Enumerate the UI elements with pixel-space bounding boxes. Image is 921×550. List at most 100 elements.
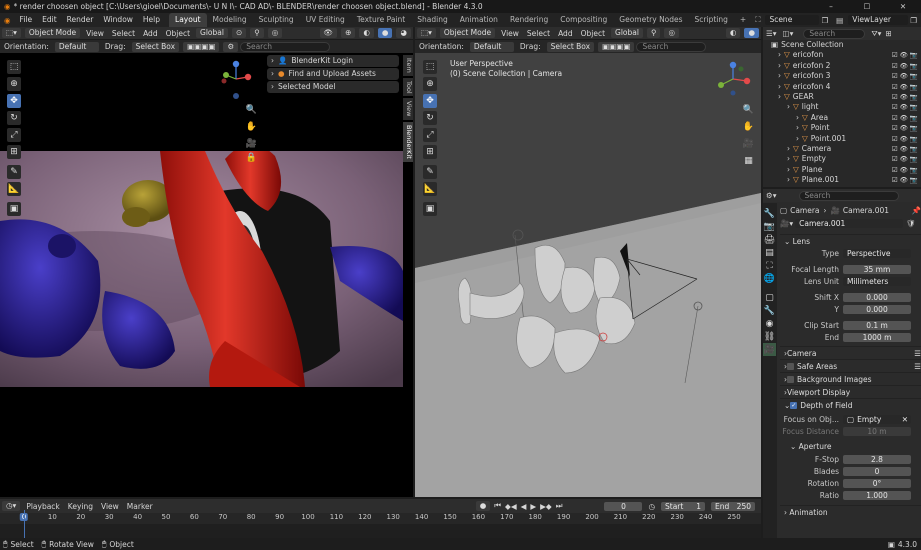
menu-select[interactable]: Select [108,27,139,40]
camera-view-icon[interactable]: 🎥 [245,137,258,150]
tab-compositing[interactable]: Compositing [554,13,613,27]
properties-search-input[interactable]: Search [798,190,899,201]
outliner-row[interactable]: › ▽ Camera ☑ 👁 📷 [763,144,921,154]
right-orientation-dropdown[interactable]: Default [469,41,514,52]
visibility-toggles[interactable]: ☑ 👁 📷 [892,102,918,112]
select-box-tool-icon[interactable]: ⬚ [7,60,21,74]
prev-key-icon[interactable]: ◆◀ [505,502,517,511]
transform-tool-icon[interactable]: ⊞ [7,145,21,159]
shading-solid-icon[interactable]: ● [377,28,393,38]
right-snap-icon[interactable]: ⚲ [646,28,661,38]
focus-object-field[interactable]: ▢ Empty ✕ [843,415,911,424]
right-pan-hand-icon[interactable]: ✋ [742,120,755,133]
menu-render[interactable]: Render [62,13,99,27]
filter-icon[interactable]: ⛛▾ [871,29,881,39]
expand-arrow-icon[interactable]: › [778,82,781,92]
left-3d-viewport[interactable]: ⬚▾ Object Mode View Select Add Object Gl… [0,27,413,497]
expand-arrow-icon[interactable]: › [787,175,790,185]
blender-menu-icon[interactable]: ◉ [0,16,15,25]
fstop-field[interactable]: 2.8 [843,455,911,464]
right-menu-select[interactable]: Select [523,27,554,39]
outliner-row[interactable]: › ▽ ericofon ☑ 👁 📷 [763,50,921,60]
snap-icon[interactable]: ⚲ [250,28,264,38]
visibility-toggles[interactable]: ☑ 👁 📷 [892,61,918,71]
left-search-input[interactable]: Search [240,41,331,52]
timeline-editor-icon[interactable]: ◷▾ [2,501,21,511]
record-icon[interactable]: ● [475,501,491,511]
playback-menu[interactable]: Playback [22,500,63,513]
timeline-view-menu[interactable]: View [97,500,123,513]
tab-modeling[interactable]: Modeling [207,13,253,27]
outliner-row[interactable]: › ▽ ericofon 2 ☑ 👁 📷 [763,61,921,71]
outliner-row[interactable]: › ▽ GEAR ☑ 👁 📷 [763,92,921,102]
proportional-icon[interactable]: ◎ [267,28,283,38]
ratio-field[interactable]: 1.000 [843,491,911,500]
menu-file[interactable]: File [15,13,38,27]
end-frame-field[interactable]: End 250 [711,501,755,511]
drag-dropdown[interactable]: Select Box [131,41,180,52]
tab-geometry-nodes[interactable]: Geometry Nodes [613,13,688,27]
overlay-icon[interactable]: ◐ [359,28,374,38]
menu-help[interactable]: Help [138,13,165,27]
keying-menu[interactable]: Keying [64,500,97,513]
right-add-cube-tool-icon[interactable]: ▣ [423,202,437,216]
view-layer-selector[interactable]: ViewLayer [848,15,909,25]
outliner-row[interactable]: › ▽ ericofon 3 ☑ 👁 📷 [763,71,921,81]
right-3d-viewport[interactable]: ⬚▾ Object Mode View Select Add Object Gl… [415,27,761,497]
clear-focus-icon[interactable]: ✕ [902,415,908,424]
maximize-button[interactable]: ☐ [849,2,885,11]
shift-x-field[interactable]: 0.000 [843,293,911,302]
timeline-ruler[interactable]: 0102030405060708090100110120130140150160… [0,513,761,524]
right-navigation-gizmo[interactable] [713,59,753,99]
pan-hand-icon[interactable]: ✋ [245,120,258,133]
right-transform-orientation-dropdown[interactable]: Global [611,28,643,38]
right-measure-tool-icon[interactable]: 📐 [423,182,437,196]
safe-areas-presets-icon[interactable]: ☰ [914,360,921,373]
expand-arrow-icon[interactable]: › [787,154,790,164]
blenderkit-login-panel[interactable]: › 👤 BlenderKit Login [267,55,399,67]
blades-field[interactable]: 0 [843,467,911,476]
expand-arrow-icon[interactable]: › [778,71,781,81]
viewport-display-section-header[interactable]: › Viewport Display [780,385,921,398]
options-icon[interactable]: ⚙ [223,41,239,52]
tab-animation[interactable]: Animation [454,13,504,27]
right-annotate-tool-icon[interactable]: ✎ [423,165,437,179]
menu-object[interactable]: Object [162,27,194,40]
right-grid-icon[interactable]: ▦ [742,154,755,167]
outliner-row[interactable]: › ▽ light ☑ 👁 📷 [763,102,921,112]
focal-length-field[interactable]: 35 mm [843,265,911,274]
right-menu-view[interactable]: View [497,27,523,39]
tab-rendering[interactable]: Rendering [504,13,554,27]
expand-arrow-icon[interactable]: › [778,61,781,71]
scene-selector[interactable]: Scene [765,15,820,25]
scene-tab-icon[interactable]: ⛶ [763,259,776,272]
visibility-toggles[interactable]: ☑ 👁 📷 [892,154,918,164]
visibility-toggles[interactable]: ☑ 👁 📷 [892,123,918,133]
add-cube-tool-icon[interactable]: ▣ [7,202,21,216]
presets-icon[interactable]: ☰ [914,347,921,360]
pivot-icon[interactable]: ⊙ [231,28,247,38]
visibility-toggles[interactable]: ☑ 👁 📷 [892,71,918,81]
output-tab-icon[interactable]: 🖨 [763,233,776,246]
expand-arrow-icon[interactable]: › [796,134,799,144]
copy-view-layer-icon[interactable]: ❐ [910,16,917,25]
scale-tool-icon[interactable]: ⤢ [7,128,21,142]
measure-tool-icon[interactable]: 📐 [7,182,21,196]
shift-y-field[interactable]: 0.000 [843,305,911,314]
transform-orientation-dropdown[interactable]: Global [196,28,228,38]
visibility-toggles[interactable]: ☑ 👁 📷 [892,144,918,154]
background-images-section-header[interactable]: › Background Images [780,372,921,385]
expand-arrow-icon[interactable]: › [787,165,790,175]
annotate-tool-icon[interactable]: ✎ [7,165,21,179]
expand-arrow-icon[interactable]: › [796,123,799,133]
rotation-field[interactable]: 0° [843,479,911,488]
aperture-section-header[interactable]: ⌄ Aperture [780,440,921,453]
right-mode-dropdown[interactable]: Object Mode [439,28,496,38]
right-menu-add[interactable]: Add [554,27,577,39]
marker-menu[interactable]: Marker [123,500,157,513]
type-dropdown[interactable]: Perspective [843,249,911,258]
modifiers-tab-icon[interactable]: 🔧 [763,304,776,317]
dof-checkbox[interactable]: ✓ [790,401,798,409]
safe-areas-checkbox[interactable] [787,362,794,370]
gizmo-icon[interactable]: ⊕ [341,28,356,38]
